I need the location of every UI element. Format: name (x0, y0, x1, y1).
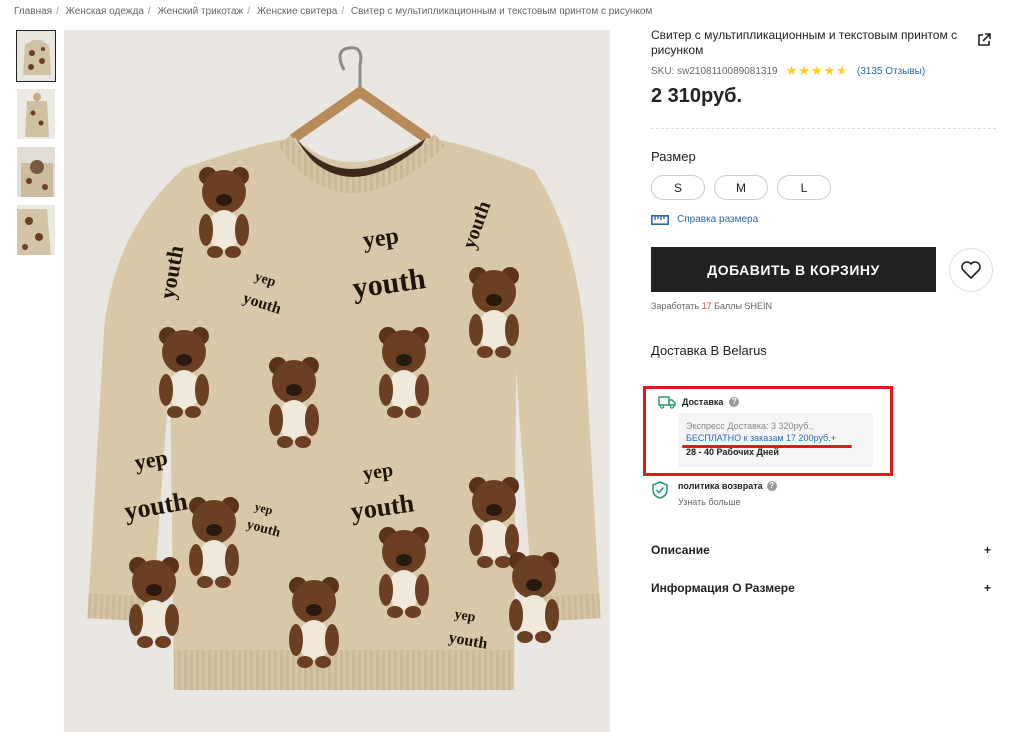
size-option-m[interactable]: M (714, 175, 768, 200)
accordion-description[interactable]: Описание + (651, 543, 991, 557)
delivery-title-text: Доставка (682, 397, 724, 407)
breadcrumb-womens-sweaters[interactable]: Женские свитера (257, 6, 338, 17)
sku-rating-row: SKU: sw2108110089081319 ★★★★★★ (3135 Отз… (651, 63, 996, 79)
ruler-icon (651, 214, 669, 225)
breadcrumb-womens-clothing[interactable]: Женская одежда (66, 6, 144, 17)
delivery-title: Доставка ? (658, 395, 740, 409)
express-delivery-text: Экспресс Доставка: 3 320руб., (686, 421, 814, 431)
truck-icon (658, 396, 676, 409)
share-icon[interactable] (976, 32, 992, 48)
add-to-cart-button[interactable]: ДОБАВИТЬ В КОРЗИНУ (651, 247, 936, 292)
size-label: Размер (651, 149, 696, 164)
product-title: Свитер с мультипликационным и текстовым … (651, 28, 958, 57)
delivery-heading: Доставка В Belarus (651, 343, 767, 358)
accordion-size-info[interactable]: Информация О Размере + (651, 581, 991, 595)
thumbnail-image[interactable] (16, 30, 56, 82)
accordion-description-label: Описание (651, 543, 710, 557)
red-underline-annotation (682, 445, 852, 448)
points-suffix: Баллы SHEIN (714, 301, 772, 311)
product-info: Свитер с мультипликационным и текстовым … (651, 28, 996, 358)
size-option-s[interactable]: S (651, 175, 705, 200)
reviews-link[interactable]: (3135 Отзывы) (857, 66, 925, 77)
size-options: S M L (651, 175, 996, 200)
help-icon[interactable]: ? (766, 481, 777, 491)
points-value: 17 (701, 301, 712, 311)
free-delivery-text: БЕСПЛАТНО к заказам 17 200руб.+ (686, 433, 836, 443)
points-prefix: Заработать (651, 301, 700, 311)
product-price: 2 310руб. (651, 85, 743, 107)
learn-more-link[interactable]: Узнать больше (678, 497, 777, 507)
size-guide-link[interactable]: Справка размера (651, 214, 996, 225)
breadcrumb: Главная / Женская одежда / Женский трикота… (14, 6, 653, 17)
delivery-details: Экспресс Доставка: 3 320руб., БЕСПЛАТНО … (678, 413, 873, 467)
help-icon[interactable]: ? (729, 397, 740, 407)
breadcrumb-womens-knitwear[interactable]: Женский трикотаж (157, 6, 243, 17)
thumbnail-image[interactable] (16, 204, 56, 256)
heart-icon (961, 260, 981, 279)
sweater-image: yep youth yep youth youth youth yep yout… (64, 30, 610, 732)
svg-text:yep: yep (362, 459, 395, 485)
plus-icon[interactable]: + (984, 581, 991, 595)
delivery-highlight-box: Доставка ? Экспресс Доставка: 3 320руб.,… (643, 386, 893, 476)
shield-check-icon (652, 481, 668, 499)
thumbnail-list (16, 30, 56, 262)
divider (651, 128, 996, 129)
size-guide-label: Справка размера (677, 214, 759, 225)
size-option-l[interactable]: L (777, 175, 831, 200)
reward-points: Заработать 17 Баллы SHEIN (651, 301, 996, 311)
thumbnail-image[interactable] (16, 88, 56, 140)
svg-text:yep: yep (361, 223, 400, 254)
accordion-size-info-label: Информация О Размере (651, 581, 795, 595)
return-policy-title: политика возврата ? (678, 481, 777, 491)
thumbnail-image[interactable] (16, 146, 56, 198)
breadcrumb-home[interactable]: Главная (14, 6, 52, 17)
plus-icon[interactable]: + (984, 543, 991, 557)
rating-stars-icon: ★★★★★★ (785, 63, 849, 78)
return-policy-label: политика возврата (678, 481, 763, 491)
breadcrumb-current: Свитер с мультипликационным и текстовым … (350, 6, 653, 17)
cart-row: ДОБАВИТЬ В КОРЗИНУ (651, 247, 996, 292)
product-main-image[interactable]: yep youth yep youth youth youth yep yout… (64, 30, 610, 732)
wishlist-button[interactable] (949, 247, 993, 292)
return-policy: политика возврата ? Узнать больше (652, 481, 777, 507)
sku-text: SKU: sw2108110089081319 (651, 65, 778, 77)
